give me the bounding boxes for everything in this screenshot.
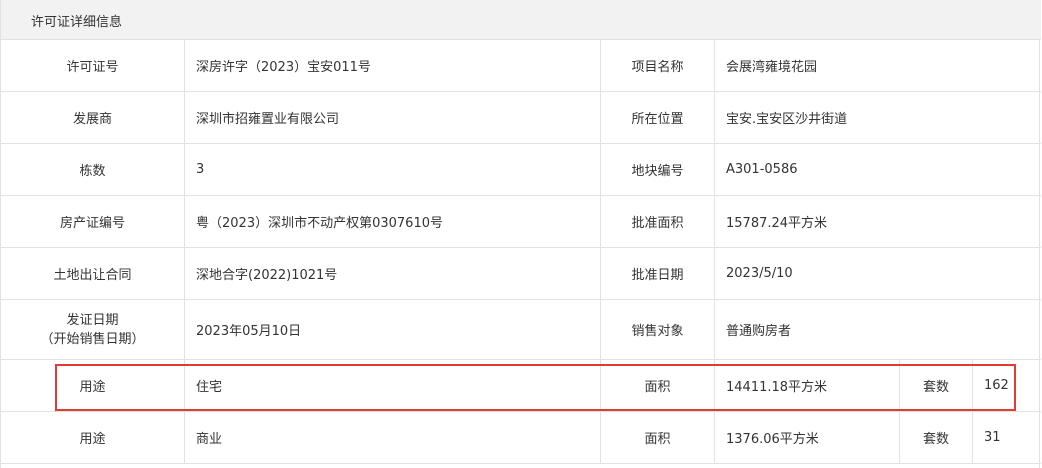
issue-date-label-line1: 发证日期	[66, 312, 119, 328]
location-value: 宝安.宝安区沙井街道	[726, 112, 848, 127]
usage-label: 用途	[1, 360, 185, 411]
license-number-value: 深房许字（2023）宝安011号	[185, 40, 601, 91]
developer-label: 发展商	[1, 92, 185, 143]
property-cert-label: 房产证编号	[1, 196, 185, 247]
parcel-number-label: 地块编号	[601, 144, 715, 195]
license-number-label: 许可证号	[1, 40, 185, 91]
land-contract-label: 土地出让合同	[1, 248, 185, 299]
project-name-label: 项目名称	[601, 40, 715, 91]
building-count-value: 3	[185, 144, 601, 195]
usage-label: 用途	[1, 412, 185, 463]
sales-target-value: 普通购房者	[726, 324, 792, 339]
area-label: 面积	[601, 360, 715, 411]
project-name-value: 会展湾雍境花园	[726, 60, 818, 75]
usage-value: 住宅	[185, 360, 601, 411]
row-issue-date: 发证日期 （开始销售日期） 2023年05月10日 销售对象 普通购房者	[1, 300, 1041, 360]
license-detail-panel: 许可证详细信息 许可证号 深房许字（2023）宝安011号 项目名称 会展湾雍境…	[0, 0, 1041, 468]
issue-date-label: 发证日期 （开始销售日期）	[1, 300, 185, 359]
unit-count-label: 套数	[900, 412, 973, 463]
land-contract-value: 深地合字(2022)1021号	[185, 248, 601, 299]
property-cert-value: 粤（2023）深圳市不动产权第0307610号	[185, 196, 601, 247]
panel-title: 许可证详细信息	[31, 15, 123, 30]
row-property-cert: 房产证编号 粤（2023）深圳市不动产权第0307610号 批准面积 15787…	[1, 196, 1041, 248]
row-land-contract: 土地出让合同 深地合字(2022)1021号 批准日期 2023/5/10	[1, 248, 1041, 300]
unit-count-value: 162	[984, 378, 1009, 393]
building-count-label: 栋数	[1, 144, 185, 195]
usage-row-residential: 用途 住宅 面积 14411.18平方米 套数 162	[1, 360, 1041, 412]
row-license-number: 许可证号 深房许字（2023）宝安011号 项目名称 会展湾雍境花园	[1, 40, 1041, 92]
developer-value: 深圳市招雍置业有限公司	[185, 92, 601, 143]
approval-date-value: 2023/5/10	[726, 266, 793, 281]
approved-area-value: 15787.24平方米	[726, 216, 828, 231]
row-building-count: 栋数 3 地块编号 A301-0586	[1, 144, 1041, 196]
panel-header: 许可证详细信息	[1, 0, 1041, 40]
approval-date-label: 批准日期	[601, 248, 715, 299]
issue-date-value: 2023年05月10日	[185, 300, 601, 359]
location-label: 所在位置	[601, 92, 715, 143]
unit-count-label: 套数	[900, 360, 973, 411]
usage-value: 商业	[185, 412, 601, 463]
area-label: 面积	[601, 412, 715, 463]
issue-date-label-line2: （开始销售日期）	[40, 331, 145, 347]
row-developer: 发展商 深圳市招雍置业有限公司 所在位置 宝安.宝安区沙井街道	[1, 92, 1041, 144]
area-value: 14411.18平方米	[715, 360, 900, 411]
usage-row-commercial: 用途 商业 面积 1376.06平方米 套数 31	[1, 412, 1041, 464]
area-value: 1376.06平方米	[715, 412, 900, 463]
parcel-number-value: A301-0586	[726, 162, 798, 177]
sales-target-label: 销售对象	[601, 300, 715, 359]
approved-area-label: 批准面积	[601, 196, 715, 247]
unit-count-value: 31	[984, 430, 1001, 445]
